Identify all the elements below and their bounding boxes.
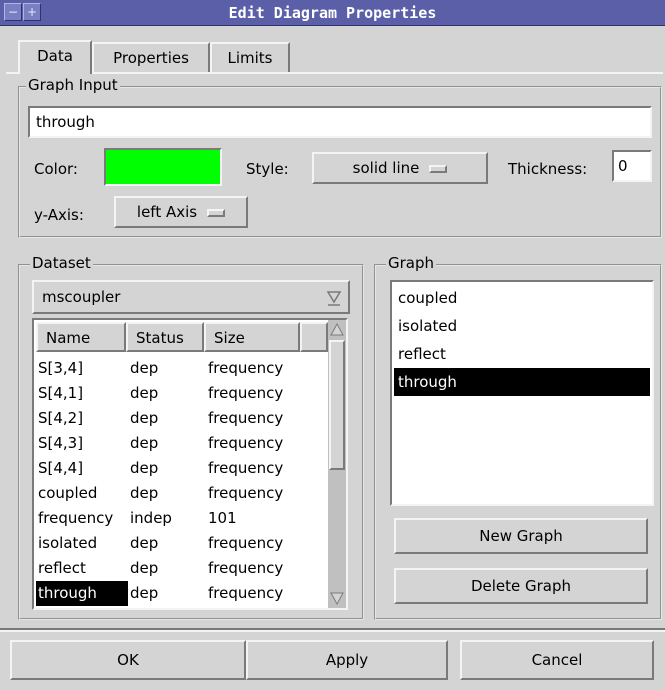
style-dropdown[interactable]: solid line [312, 152, 488, 184]
dataset-cell-status: dep [130, 434, 159, 452]
color-swatch-button[interactable] [104, 148, 222, 186]
dataset-cell-status: dep [130, 359, 159, 377]
dataset-cell-status: dep [130, 534, 159, 552]
thickness-label: Thickness: [508, 160, 588, 178]
thickness-input[interactable]: 0 [612, 150, 652, 182]
dataset-select[interactable]: mscoupler [32, 280, 350, 314]
dataset-cell-status: indep [130, 509, 172, 527]
dataset-row[interactable]: S[4,2] dep frequency [36, 406, 328, 431]
dataset-cell-size: frequency [208, 459, 284, 477]
cancel-label: Cancel [531, 651, 583, 669]
dataset-cell-status: dep [130, 484, 159, 502]
dropdown-indicator-icon [429, 164, 448, 173]
dataset-cell-size: frequency [208, 534, 284, 552]
cancel-button[interactable]: Cancel [460, 640, 654, 680]
tab-properties-label: Properties [113, 49, 189, 67]
dataset-cell-name: S[3,4] [38, 359, 84, 377]
window-title: Edit Diagram Properties [228, 4, 437, 22]
style-value: solid line [352, 159, 420, 177]
dataset-row[interactable]: S[4,1] dep frequency [36, 381, 328, 406]
col-header-size[interactable]: Size [204, 322, 300, 352]
dataset-cell-size: frequency [208, 384, 284, 402]
dataset-cell-name: S[4,3] [38, 434, 84, 452]
tab-data-label: Data [37, 47, 73, 65]
col-header-size-label: Size [214, 329, 245, 347]
dataset-row[interactable]: reflect dep frequency [36, 556, 328, 581]
delete-graph-label: Delete Graph [470, 577, 572, 595]
new-graph-button[interactable]: New Graph [394, 518, 648, 554]
dataset-row[interactable]: through dep frequency [35, 580, 328, 607]
graph-list-item[interactable]: coupled [394, 284, 650, 312]
dataset-scroll-thumb[interactable] [329, 340, 345, 470]
dataset-cell-name: isolated [38, 534, 98, 552]
tab-data[interactable]: Data [18, 40, 92, 74]
graph-legend: Graph [386, 254, 437, 272]
dataset-cell-name: frequency [38, 509, 114, 527]
graph-input-field[interactable]: through [28, 106, 652, 138]
col-header-name[interactable]: Name [36, 322, 126, 352]
dataset-row[interactable]: isolated dep frequency [36, 531, 328, 556]
graph-input-legend: Graph Input [26, 76, 120, 94]
dataset-row[interactable]: frequency indep 101 [36, 506, 328, 531]
col-header-status[interactable]: Status [126, 322, 204, 352]
delete-graph-button[interactable]: Delete Graph [394, 568, 648, 604]
window-maximize-icon[interactable]: + [23, 3, 41, 21]
ok-button[interactable]: OK [10, 640, 246, 680]
apply-label: Apply [325, 651, 369, 669]
dataset-row[interactable]: coupled dep frequency [36, 481, 328, 506]
tab-limits-label: Limits [227, 49, 273, 67]
tab-divider [6, 72, 663, 74]
col-header-name-label: Name [46, 329, 91, 347]
dataset-cell-size: frequency [208, 559, 284, 577]
dataset-legend: Dataset [30, 254, 93, 272]
new-graph-label: New Graph [479, 527, 563, 545]
apply-button[interactable]: Apply [246, 640, 448, 680]
dataset-cell-size: frequency [208, 584, 284, 602]
graph-list-item[interactable]: through [394, 368, 650, 396]
dataset-cell-status: dep [130, 459, 159, 477]
tab-properties[interactable]: Properties [92, 42, 210, 72]
dataset-cell-name: S[4,2] [38, 409, 84, 427]
dataset-cell-name: coupled [38, 484, 98, 502]
graph-list-item[interactable]: reflect [394, 340, 650, 368]
dataset-cell-status: dep [130, 559, 159, 577]
y-axis-value: left Axis [136, 203, 198, 221]
y-axis-label: y-Axis: [34, 206, 84, 224]
col-header-status-label: Status [136, 329, 184, 347]
graph-list-item[interactable]: isolated [394, 312, 650, 340]
dataset-cell-size: frequency [208, 359, 284, 377]
dataset-cell-size: 101 [208, 509, 237, 527]
dataset-row[interactable]: S[4,4] dep frequency [36, 456, 328, 481]
dataset-cell-name: S[4,1] [38, 384, 84, 402]
dataset-cell-size: frequency [208, 434, 284, 452]
dataset-cell-status: dep [130, 584, 159, 602]
dataset-row[interactable]: S[4,3] dep frequency [36, 431, 328, 456]
tab-limits[interactable]: Limits [210, 42, 290, 72]
scroll-down-icon[interactable] [328, 588, 346, 608]
dataset-cell-name: S[4,4] [38, 459, 84, 477]
col-header-filler [300, 322, 328, 352]
dropdown-arrow-icon [326, 291, 342, 306]
ok-label: OK [117, 651, 139, 669]
window-menu-icon[interactable]: − [4, 3, 22, 21]
dataset-cell-size: frequency [208, 484, 284, 502]
dataset-cell-name: through [35, 580, 129, 607]
color-label: Color: [34, 160, 78, 178]
dataset-cell-size: frequency [208, 409, 284, 427]
footer-divider-highlight [0, 630, 665, 632]
y-axis-dropdown[interactable]: left Axis [114, 196, 248, 228]
dataset-cell-status: dep [130, 384, 159, 402]
dataset-cell-name: reflect [38, 559, 86, 577]
dataset-cell-status: dep [130, 409, 159, 427]
style-label: Style: [246, 160, 289, 178]
dropdown-indicator-icon [207, 208, 226, 217]
dataset-row[interactable]: S[3,4] dep frequency [36, 356, 328, 381]
scroll-up-icon[interactable] [328, 320, 346, 340]
dataset-select-value: mscoupler [42, 288, 121, 306]
